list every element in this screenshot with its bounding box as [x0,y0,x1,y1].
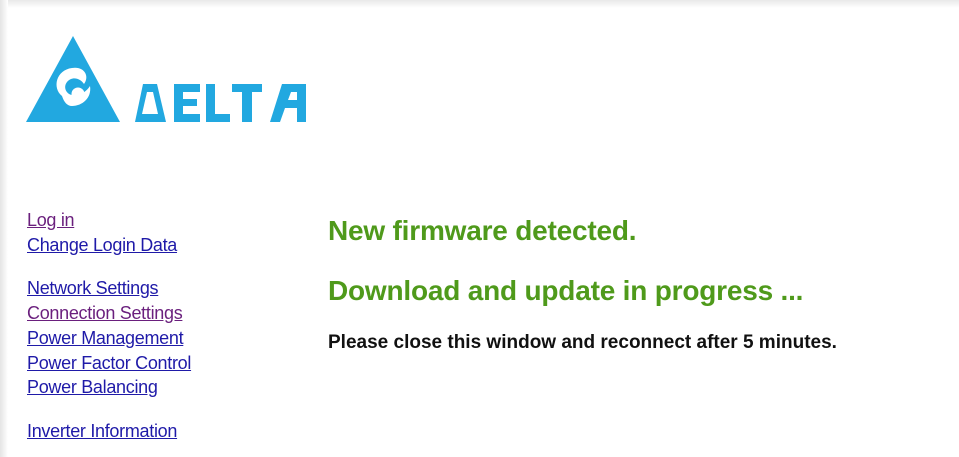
nav-group-info: Inverter Information [27,419,287,444]
nav-link-power-balancing[interactable]: Power Balancing [27,375,287,400]
nav-link-network-settings[interactable]: Network Settings [27,276,287,301]
reconnect-notice: Please close this window and reconnect a… [328,332,837,353]
delta-wordmark [135,84,306,122]
delta-logo [26,34,316,128]
nav-group-account: Log in Change Login Data [27,208,287,257]
main-content: New firmware detected. Download and upda… [328,212,948,356]
window-left-edge [0,0,8,457]
delta-triangle-icon [26,36,120,122]
nav-link-inverter-information[interactable]: Inverter Information [27,419,287,444]
update-progress-heading: Download and update in progress ... [328,275,804,306]
nav-link-power-factor-control[interactable]: Power Factor Control [27,351,287,376]
nav-link-power-management[interactable]: Power Management [27,326,287,351]
nav-link-change-login-data[interactable]: Change Login Data [27,233,287,258]
sidebar-nav: Log in Change Login Data Network Setting… [27,208,287,444]
firmware-update-page: Log in Change Login Data Network Setting… [0,0,959,457]
nav-group-settings: Network Settings Connection Settings Pow… [27,276,287,400]
nav-link-log-in[interactable]: Log in [27,208,287,233]
firmware-detected-heading: New firmware detected. [328,215,637,246]
window-top-edge [0,0,959,8]
nav-link-connection-settings[interactable]: Connection Settings [27,301,287,326]
